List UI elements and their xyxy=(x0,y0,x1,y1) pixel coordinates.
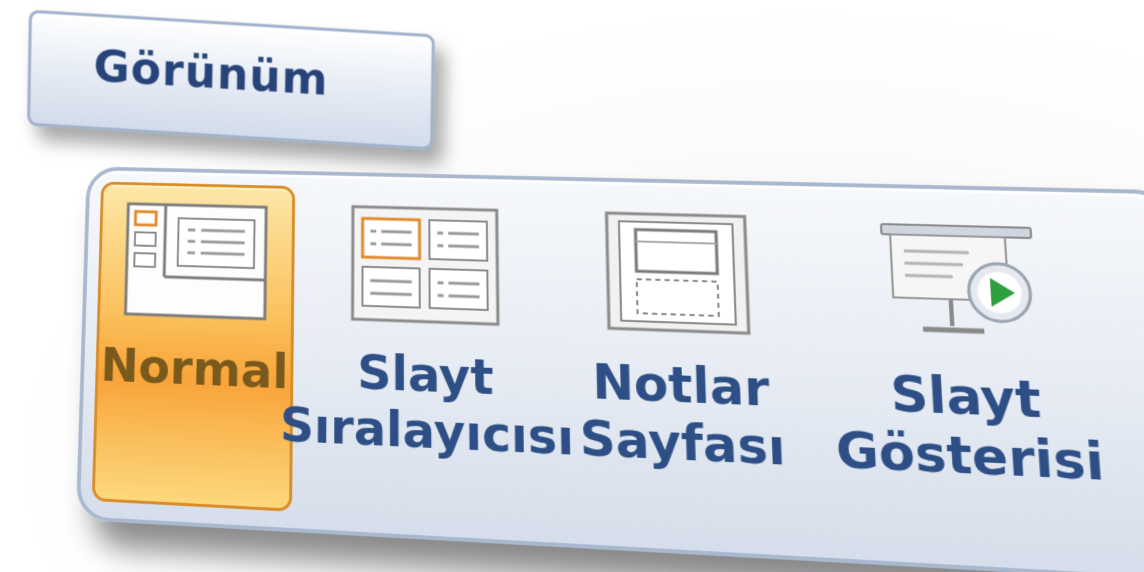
slide-sorter-label-line2: Sıralayıcısı xyxy=(279,396,575,468)
notes-page-icon xyxy=(598,211,757,336)
slide-sorter-icon xyxy=(351,205,500,327)
screenshot-scene: Görünüm Normal Slayt Sıralayıcısı Notlar… xyxy=(0,0,1144,572)
slide-show-button[interactable]: Slayt Gösterisi xyxy=(820,198,1115,549)
view-tab-label: Görünüm xyxy=(93,40,329,106)
normal-view-label-line1: Normal xyxy=(99,337,289,401)
slide-show-icon xyxy=(874,218,1045,346)
presentation-views-group: Normal Slayt Sıralayıcısı Notlar Sayfası… xyxy=(75,166,1144,572)
slide-show-label: Slayt Gösterisi xyxy=(832,363,1107,493)
normal-view-icon xyxy=(124,202,269,321)
notes-page-button[interactable]: Notlar Sayfası xyxy=(563,192,803,533)
notes-page-label: Notlar Sayfası xyxy=(578,353,787,478)
slide-sorter-button[interactable]: Slayt Sıralayıcısı xyxy=(280,187,575,520)
view-tab-button[interactable]: Görünüm xyxy=(27,9,435,151)
normal-view-button[interactable]: Normal xyxy=(91,181,296,512)
normal-view-label: Normal xyxy=(100,338,289,400)
slide-sorter-label: Slayt Sıralayıcısı xyxy=(280,342,575,467)
notes-page-label-line2: Sayfası xyxy=(579,409,787,478)
slide-show-label-line2: Gösterisi xyxy=(834,420,1107,493)
notes-page-label-line1: Notlar xyxy=(591,353,771,419)
